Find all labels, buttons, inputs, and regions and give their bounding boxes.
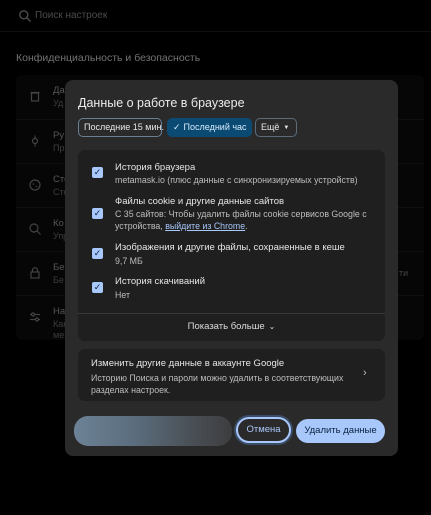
- chip-label: Ещё: [261, 122, 280, 132]
- chevron-right-icon: ›: [363, 367, 367, 379]
- google-card-title: Изменить другие данные в аккаунте Google: [91, 358, 285, 369]
- option-desc: metamask.io (плюс данные с синхронизируе…: [115, 175, 358, 185]
- option-desc: С 35 сайтов: Чтобы удалить файлы cookie …: [115, 209, 367, 231]
- data-options-panel: ✓ История браузера metamask.io (плюс дан…: [78, 150, 385, 341]
- cancel-button[interactable]: Отмена: [236, 417, 291, 443]
- clear-browsing-data-dialog: Данные о работе в браузере Последние 15 …: [65, 80, 398, 456]
- checkbox-download-history[interactable]: ✓: [92, 282, 103, 293]
- chip-label: Последние 15 мин.: [84, 122, 164, 132]
- google-account-data-link[interactable]: Изменить другие данные в аккаунте Google…: [78, 349, 385, 401]
- checkbox-cookies[interactable]: ✓: [92, 208, 103, 219]
- option-desc: 9,7 МБ: [115, 256, 143, 266]
- chip-label: Последний час: [183, 122, 247, 132]
- chevron-down-icon: ⌄: [268, 322, 276, 331]
- google-card-desc: Историю Поиска и пароли можно удалить в …: [91, 373, 344, 395]
- chip-last-hour[interactable]: ✓ Последний час: [167, 118, 252, 137]
- show-more-button[interactable]: Показать больше ⌄: [78, 314, 385, 341]
- chip-last-15-min[interactable]: Последние 15 мин.: [78, 118, 164, 137]
- option-title: История браузера: [115, 162, 196, 173]
- delete-data-button[interactable]: Удалить данные: [296, 419, 385, 443]
- checkbox-browsing-history[interactable]: ✓: [92, 167, 103, 178]
- check-icon: ✓: [173, 122, 181, 132]
- caret-down-icon: ▼: [283, 125, 290, 131]
- option-desc: Нет: [115, 290, 130, 300]
- show-more-label: Показать больше: [187, 321, 265, 332]
- option-title: Файлы cookie и другие данные сайтов: [115, 196, 285, 207]
- dialog-title: Данные о работе в браузере: [78, 96, 245, 110]
- redacted-area: [74, 416, 232, 446]
- chip-more-dropdown[interactable]: Ещё ▼: [255, 118, 297, 137]
- checkbox-cached-files[interactable]: ✓: [92, 248, 103, 259]
- sign-out-link[interactable]: выйдите из Chrome: [165, 221, 245, 231]
- option-title: Изображения и другие файлы, сохраненные …: [115, 242, 345, 253]
- option-title: История скачиваний: [115, 276, 206, 287]
